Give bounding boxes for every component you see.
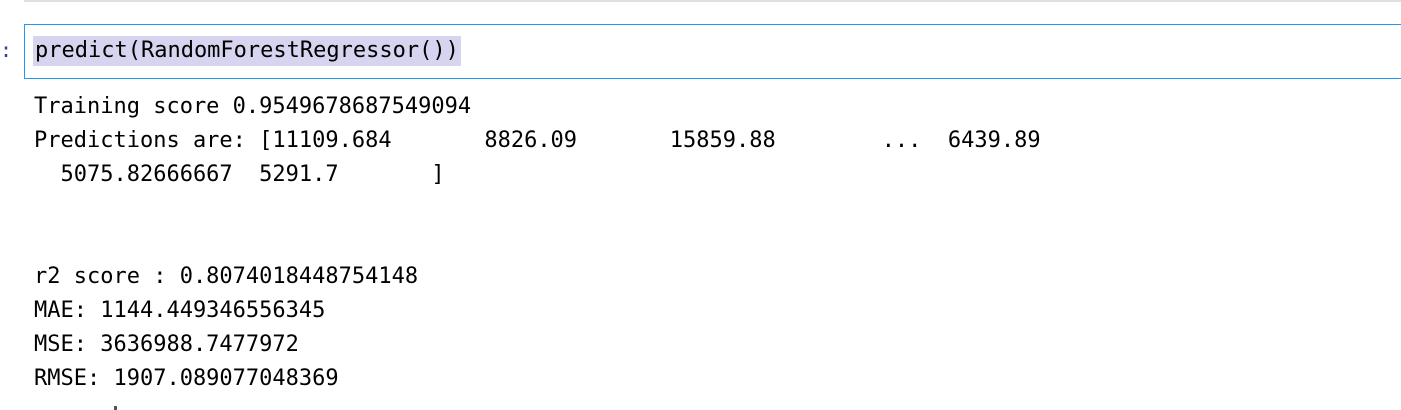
- output-line-predictions: Predictions are: [11109.684 8826.09 1585…: [34, 128, 1041, 153]
- output-blank-line: [34, 192, 1041, 226]
- output-line-predictions-cont: 5075.82666667 5291.7 ]: [34, 162, 445, 187]
- previous-cell-border: [24, 0, 1401, 2]
- clipped-glyph: [114, 406, 117, 410]
- output-blank-line: [34, 226, 1041, 260]
- code-line[interactable]: predict(RandomForestRegressor()): [33, 36, 461, 66]
- output-line-mse: MSE: 3636988.7477972: [34, 332, 299, 357]
- clipped-next-line: [34, 400, 124, 410]
- cell-output: Training score 0.9549678687549094 Predict…: [34, 90, 1041, 396]
- input-prompt: :: [0, 38, 13, 62]
- output-line-mae: MAE: 1144.449346556345: [34, 298, 326, 323]
- output-line-training-score: Training score 0.9549678687549094: [34, 94, 472, 119]
- output-line-r2: r2 score : 0.8074018448754148: [34, 264, 419, 289]
- code-cell-input[interactable]: predict(RandomForestRegressor()): [24, 24, 1401, 79]
- output-line-rmse: RMSE: 1907.089077048369: [34, 366, 339, 391]
